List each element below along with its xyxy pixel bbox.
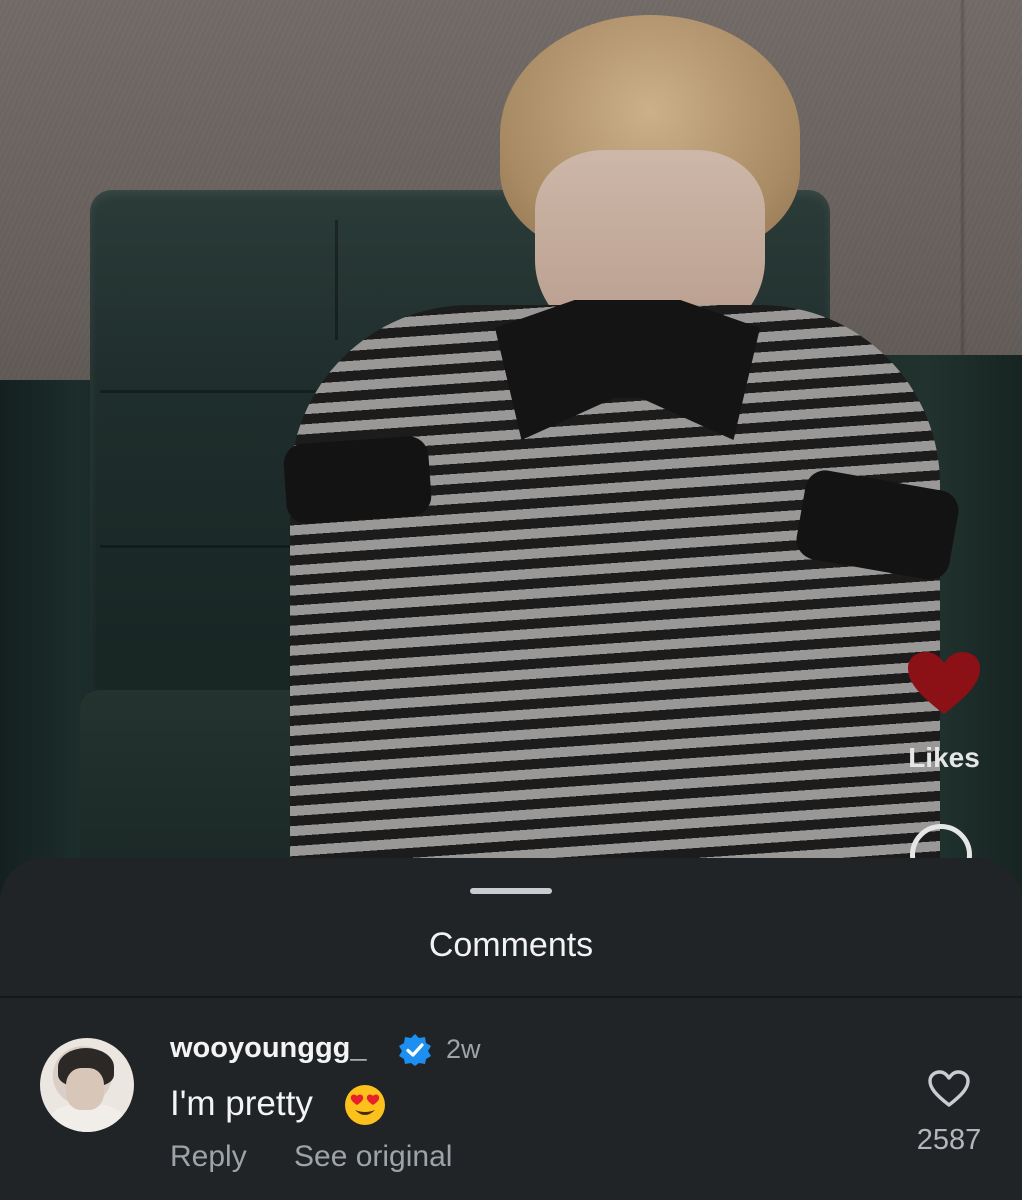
divider [0,996,1022,998]
heart-outline-icon [928,1070,970,1107]
sofa-seam [100,545,320,548]
heart-eyes-emoji-icon [345,1085,385,1125]
like-button[interactable] [906,650,982,716]
sofa-seam [100,390,320,393]
comment-timestamp: 2w [446,1034,481,1064]
comments-sheet: Comments wooyounggg_ 2w I'm pretty Reply… [0,858,1022,1200]
post-photo: Likes [0,0,1022,900]
sofa-seam [335,220,338,340]
comment-username[interactable]: wooyounggg_ [170,1032,367,1065]
see-original-button[interactable]: See original [294,1140,452,1174]
reply-button[interactable]: Reply [170,1140,247,1174]
comment-like-button[interactable] [928,1070,970,1108]
sheet-title: Comments [428,926,594,964]
verified-badge-icon [399,1034,431,1066]
comment-text: I'm pretty [170,1084,313,1123]
comment-like-count: 2587 [916,1124,982,1156]
shirt-sleeve-left [282,435,433,525]
sheet-drag-handle[interactable] [470,888,552,894]
heart-icon [908,652,980,714]
avatar[interactable] [40,1038,134,1132]
avatar-face [66,1068,104,1110]
likes-label: Likes [908,742,980,773]
